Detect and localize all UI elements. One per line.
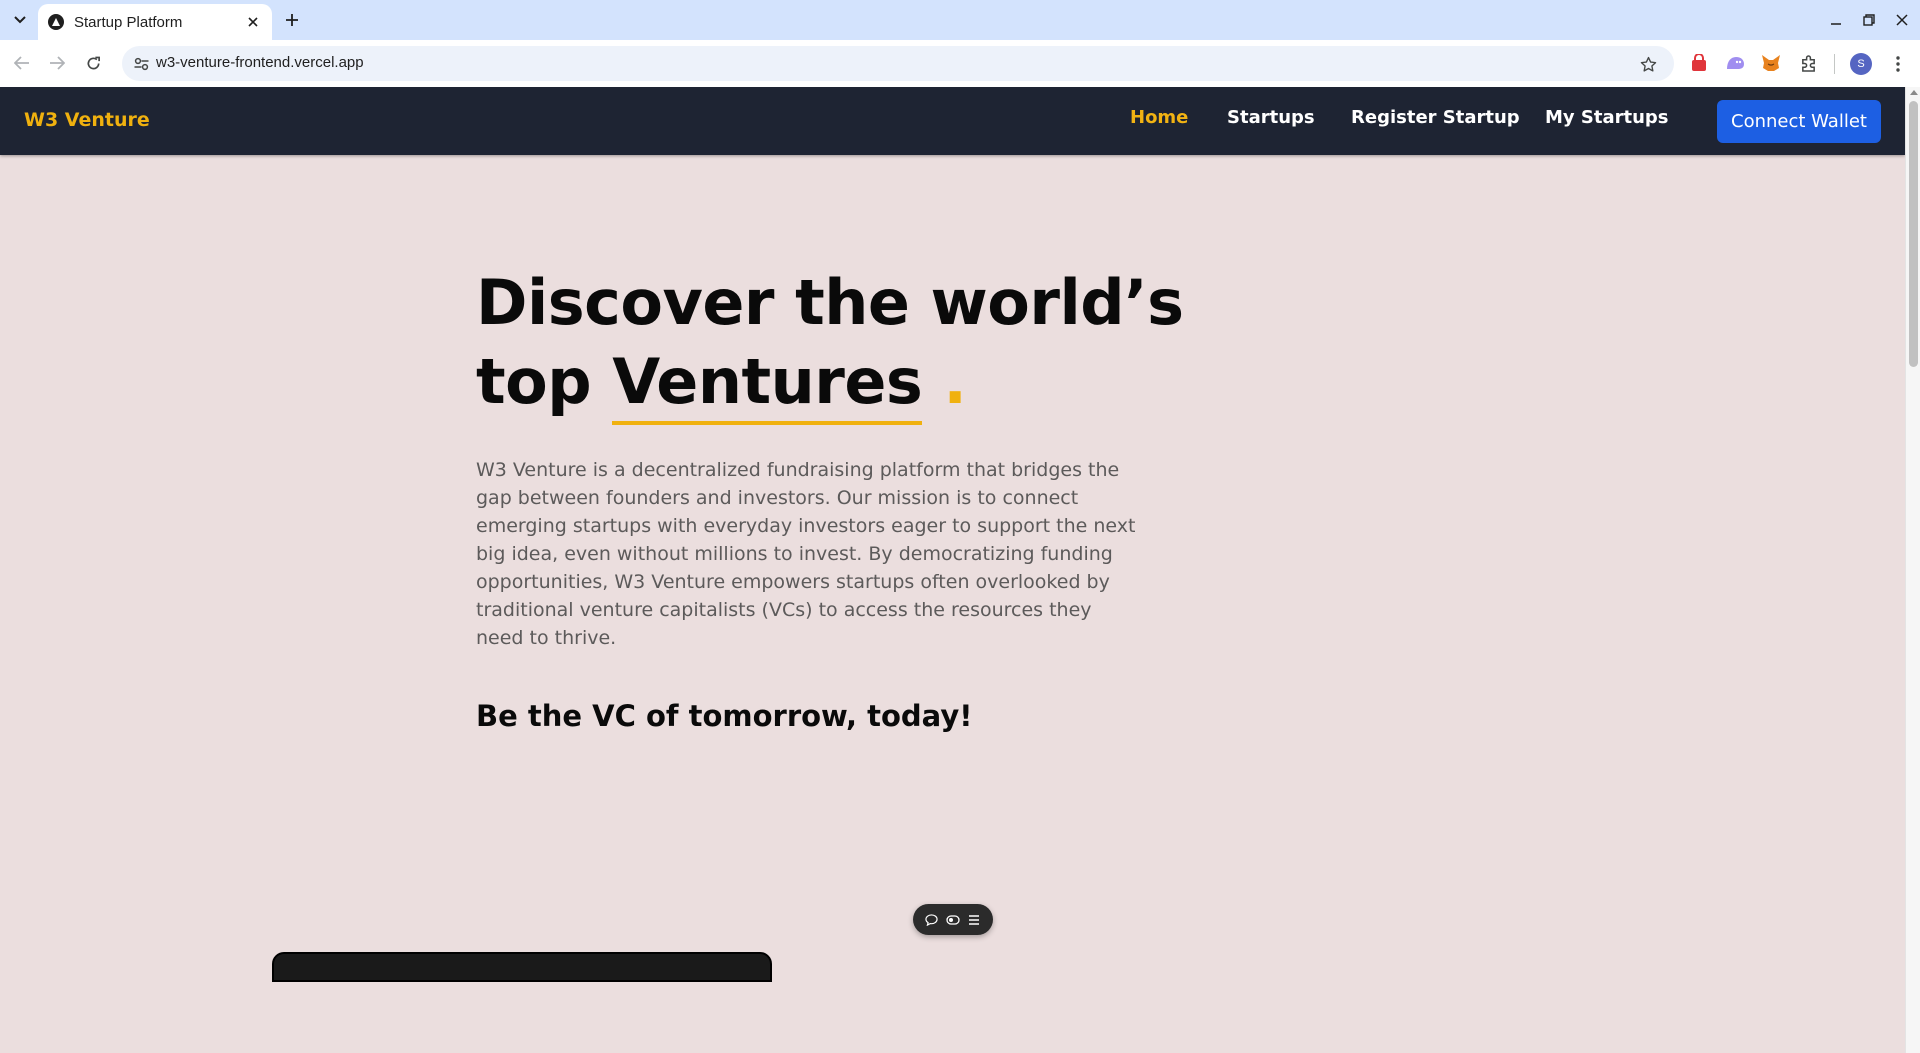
lock-bag-icon [1692,54,1706,71]
close-window-button[interactable] [1890,8,1914,32]
favicon-icon [48,14,64,30]
reload-icon [87,56,100,69]
connect-wallet-button[interactable]: Connect Wallet [1717,100,1881,143]
hero-title: Discover the world’s top Ventures . [476,263,1184,425]
site-info-button[interactable] [130,53,152,75]
hero-title-dot: . [943,345,967,418]
arrow-left-icon [14,56,29,70]
hero-description: W3 Venture is a decentralized fundraisin… [476,459,1136,649]
browser-toolbar: w3-venture-frontend.vercel.app [0,40,1920,87]
browser-menu-button[interactable] [1886,52,1910,76]
scroll-up-arrow-icon[interactable] [1910,90,1918,95]
close-icon [1896,14,1908,26]
extension-purple-button[interactable] [1724,52,1746,74]
comment-icon[interactable] [924,912,940,928]
toolbar-divider [1834,54,1835,74]
tune-icon [134,57,148,71]
extensions-button[interactable] [1797,52,1819,74]
hero-title-line1: Discover the world’s [476,266,1184,339]
brand-logo[interactable]: W3 Venture [24,109,150,131]
nav-link-startups[interactable]: Startups [1227,107,1315,128]
arrow-right-icon [50,56,65,70]
minimize-button[interactable] [1824,8,1848,32]
plus-icon [286,14,298,26]
restore-icon [1863,14,1875,26]
site-navbar: W3 Venture Home Startups Register Startu… [0,87,1905,155]
url-text[interactable]: w3-venture-frontend.vercel.app [156,54,364,71]
star-icon [1640,56,1656,72]
hero-tagline: Be the VC of tomorrow, today! [476,699,973,733]
nav-link-home[interactable]: Home [1130,107,1188,128]
profile-avatar[interactable]: S [1850,53,1872,75]
tab-strip: Startup Platform [0,0,1920,40]
extension-red-button[interactable] [1688,52,1710,74]
nav-link-my-startups[interactable]: My Startups [1545,107,1669,128]
extension-metamask-button[interactable] [1760,52,1782,74]
minimize-icon [1831,23,1841,25]
address-bar[interactable]: w3-venture-frontend.vercel.app [122,46,1674,81]
reload-button[interactable] [81,51,105,75]
menu-icon[interactable] [966,912,982,928]
floating-dev-toolbar [913,904,993,935]
page-scrollbar[interactable] [1905,87,1920,1053]
forward-button[interactable] [45,51,69,75]
restore-button[interactable] [1857,8,1881,32]
nav-link-register-startup[interactable]: Register Startup [1351,107,1520,128]
scrollbar-thumb[interactable] [1909,101,1918,367]
hero-title-accent: Ventures [612,342,923,425]
close-tab-button[interactable] [244,13,262,31]
tab-search-button[interactable] [8,9,32,31]
bookmark-button[interactable] [1636,52,1660,76]
puzzle-icon [1801,54,1815,72]
new-tab-button[interactable] [280,8,304,32]
kebab-menu-icon [1896,56,1900,72]
browser-tab-active[interactable]: Startup Platform [38,4,272,40]
fox-icon [1762,55,1780,71]
partial-card-below-fold [272,952,772,982]
close-icon [248,17,258,27]
chevron-down-icon [14,16,26,24]
hero-title-word: top [476,345,592,418]
tab-title: Startup Platform [74,13,183,31]
toggle-icon[interactable] [945,912,961,928]
back-button[interactable] [10,51,34,75]
ghost-icon [1727,57,1744,69]
